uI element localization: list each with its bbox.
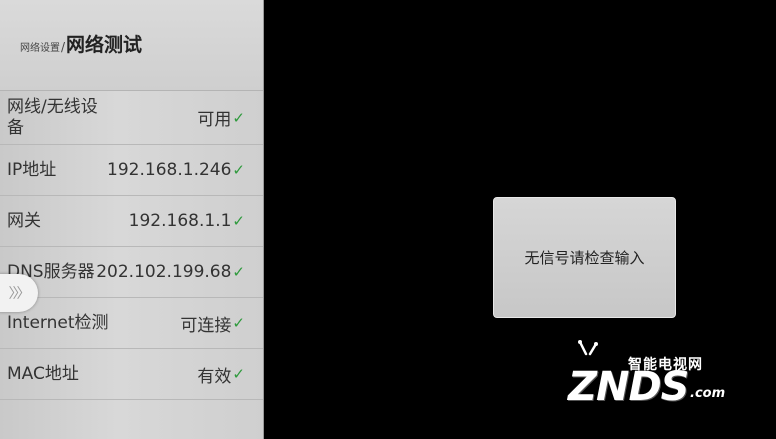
row-value: 192.168.1.246 ✓	[107, 160, 245, 180]
breadcrumb-separator: /	[61, 40, 66, 54]
result-row-device[interactable]: 网线/无线设备 可用 ✓	[0, 91, 263, 145]
expand-handle[interactable]: 〉〉〉	[0, 274, 38, 312]
check-icon: ✓	[232, 314, 245, 332]
row-label: 网关	[7, 210, 41, 231]
no-signal-message: 无信号请检查输入	[524, 249, 645, 267]
chevrons-right-icon: 〉〉〉	[8, 286, 31, 302]
watermark-brand: ZNDS	[568, 364, 689, 410]
check-icon: ✓	[232, 263, 245, 281]
breadcrumb: 网络设置 / 网络测试	[20, 30, 142, 57]
row-label: 网线/无线设备	[7, 96, 98, 138]
row-label: IP地址	[7, 159, 57, 180]
row-label: Internet检测	[7, 312, 109, 333]
row-value: 有效 ✓	[197, 362, 245, 387]
watermark-logo: 智能电视网 ZNDS .com	[566, 340, 736, 410]
test-results-list: 网线/无线设备 可用 ✓ IP地址 192.168.1.246 ✓ 网关 192…	[0, 91, 263, 400]
row-label: MAC地址	[7, 363, 79, 384]
check-icon: ✓	[232, 365, 245, 383]
row-value: 202.102.199.68 ✓	[96, 262, 245, 282]
result-row-mac[interactable]: MAC地址 有效 ✓	[0, 349, 263, 400]
result-row-ip[interactable]: IP地址 192.168.1.246 ✓	[0, 145, 263, 196]
result-row-gateway[interactable]: 网关 192.168.1.1 ✓	[0, 196, 263, 247]
row-value: 192.168.1.1 ✓	[129, 211, 245, 231]
tv-screen: 网络设置 / 网络测试 网线/无线设备 可用 ✓ IP地址 192.168.1.…	[0, 0, 776, 439]
result-row-internet[interactable]: Internet检测 可连接 ✓	[0, 298, 263, 349]
network-test-panel: 网络设置 / 网络测试 网线/无线设备 可用 ✓ IP地址 192.168.1.…	[0, 0, 264, 439]
watermark-suffix: .com	[690, 386, 726, 401]
breadcrumb-parent[interactable]: 网络设置	[20, 39, 60, 54]
row-value: 可连接 ✓	[180, 311, 245, 336]
no-signal-dialog: 无信号请检查输入	[493, 197, 676, 318]
row-value-text: 可连接	[180, 315, 232, 336]
row-value-text: 192.168.1.246	[107, 160, 232, 180]
check-icon: ✓	[232, 212, 245, 230]
check-icon: ✓	[232, 108, 245, 127]
row-value-text: 有效	[197, 366, 232, 387]
row-value: 可用 ✓	[197, 105, 245, 131]
row-value-text: 192.168.1.1	[128, 211, 232, 231]
page-title: 网络测试	[66, 34, 143, 56]
row-value-text: 可用	[197, 110, 232, 130]
result-row-dns[interactable]: DNS服务器 202.102.199.68 ✓	[0, 247, 263, 298]
panel-header: 网络设置 / 网络测试	[0, 0, 263, 91]
row-value-text: 202.102.199.68	[96, 262, 232, 282]
check-icon: ✓	[232, 161, 245, 179]
